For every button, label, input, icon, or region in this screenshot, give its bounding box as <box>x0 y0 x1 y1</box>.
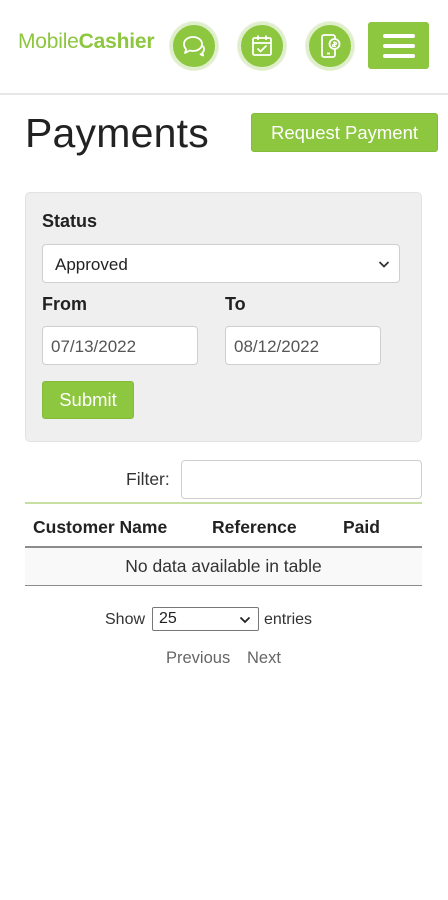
chevron-down-icon <box>239 616 251 624</box>
filter-label: Filter: <box>126 469 170 489</box>
show-label: Show <box>105 611 146 628</box>
calendar-check-icon <box>252 35 272 56</box>
menu-button[interactable] <box>368 22 429 69</box>
submit-button[interactable]: Submit <box>42 381 134 419</box>
chevron-down-icon <box>378 261 390 268</box>
page-size-value: 25 <box>159 610 177 627</box>
chat-button[interactable] <box>170 22 218 70</box>
column-header-paid[interactable]: Paid <box>343 517 380 538</box>
to-date-value: 08/12/2022 <box>234 337 320 356</box>
chat-icon <box>183 36 205 57</box>
mobile-payment-button[interactable] <box>306 22 354 70</box>
filter-panel: Status Approved From To 07/13/2022 08/12… <box>25 192 422 442</box>
previous-page-button[interactable]: Previous <box>166 649 230 668</box>
entries-label: entries <box>264 611 313 628</box>
column-header-reference[interactable]: Reference <box>212 517 297 538</box>
request-payment-button[interactable]: Request Payment <box>251 113 438 152</box>
page-title: Payments <box>25 110 209 156</box>
table-header: Customer Name Reference Paid <box>25 502 422 548</box>
page-size-select[interactable]: 25 <box>152 607 259 631</box>
logo-suffix: Cashier <box>78 30 155 53</box>
column-header-customer-name[interactable]: Customer Name <box>33 517 167 538</box>
mobile-payment-icon <box>321 34 341 58</box>
to-date-input[interactable]: 08/12/2022 <box>225 326 381 365</box>
from-label: From <box>42 294 87 314</box>
menu-icon-bar <box>382 43 415 48</box>
status-label: Status <box>42 211 98 231</box>
menu-icon-bar <box>382 33 415 38</box>
from-date-value: 07/13/2022 <box>51 337 137 356</box>
calendar-button[interactable] <box>238 22 286 70</box>
status-select[interactable]: Approved <box>42 244 400 283</box>
next-page-button[interactable]: Next <box>247 649 281 668</box>
logo-prefix: Mobile <box>18 30 79 53</box>
from-date-input[interactable]: 07/13/2022 <box>42 326 198 365</box>
menu-icon-bar <box>382 53 415 58</box>
table-filter-input[interactable] <box>181 460 422 499</box>
empty-table-message: No data available in table <box>25 548 422 586</box>
to-label: To <box>225 294 246 314</box>
status-select-value: Approved <box>55 255 128 274</box>
app-header: MobileCashier <box>0 0 448 95</box>
app-logo[interactable]: MobileCashier <box>18 30 155 54</box>
